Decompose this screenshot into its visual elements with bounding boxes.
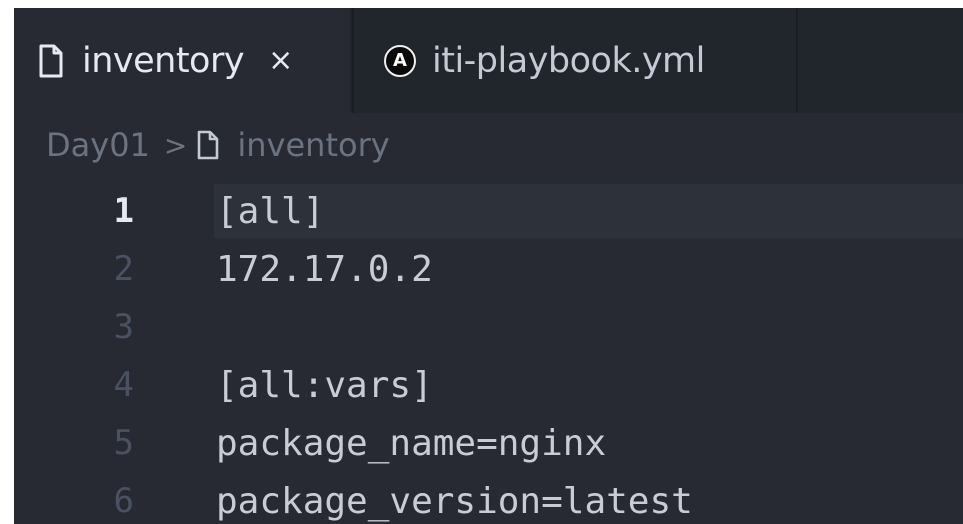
breadcrumb: Day01 > inventory <box>14 113 963 177</box>
tab-label: inventory <box>82 40 245 81</box>
close-icon[interactable]: × <box>268 45 293 76</box>
tab-inventory[interactable]: inventory × <box>14 8 350 113</box>
tab-label: iti-playbook.yml <box>432 40 705 81</box>
code-text[interactable]: package_version=latest <box>214 481 693 522</box>
code-text[interactable]: 172.17.0.2 <box>214 249 433 290</box>
line-number: 1 <box>113 191 134 231</box>
tab-bar: inventory × A iti-playbook.yml <box>14 8 963 113</box>
code-text[interactable]: [all:vars] <box>214 365 433 406</box>
tab-iti-playbook[interactable]: A iti-playbook.yml <box>352 8 798 113</box>
line-number: 6 <box>113 481 134 521</box>
file-icon <box>197 130 219 160</box>
line-number: 2 <box>113 249 134 289</box>
file-icon <box>38 44 64 78</box>
line-number: 4 <box>113 365 134 405</box>
code-text[interactable]: [all] <box>214 191 324 232</box>
breadcrumb-folder[interactable]: Day01 <box>46 126 150 164</box>
chevron-right-icon: > <box>163 128 188 162</box>
code-editor[interactable]: 1 [all] 2 172.17.0.2 3 4 [all:vars] 5 pa… <box>14 182 963 524</box>
breadcrumb-file[interactable]: inventory <box>237 126 389 164</box>
code-line[interactable]: 3 <box>14 298 963 356</box>
code-line[interactable]: 5 package_name=nginx <box>14 414 963 472</box>
ansible-icon: A <box>384 44 416 77</box>
code-line[interactable]: 6 package_version=latest <box>14 472 963 524</box>
code-line[interactable]: 2 172.17.0.2 <box>14 240 963 298</box>
line-number: 5 <box>113 423 134 463</box>
editor-window: inventory × A iti-playbook.yml Day01 > i… <box>14 8 963 524</box>
code-line[interactable]: 4 [all:vars] <box>14 356 963 414</box>
line-number: 3 <box>113 307 134 347</box>
code-line[interactable]: 1 [all] <box>14 182 963 240</box>
code-text[interactable]: package_name=nginx <box>214 423 606 464</box>
